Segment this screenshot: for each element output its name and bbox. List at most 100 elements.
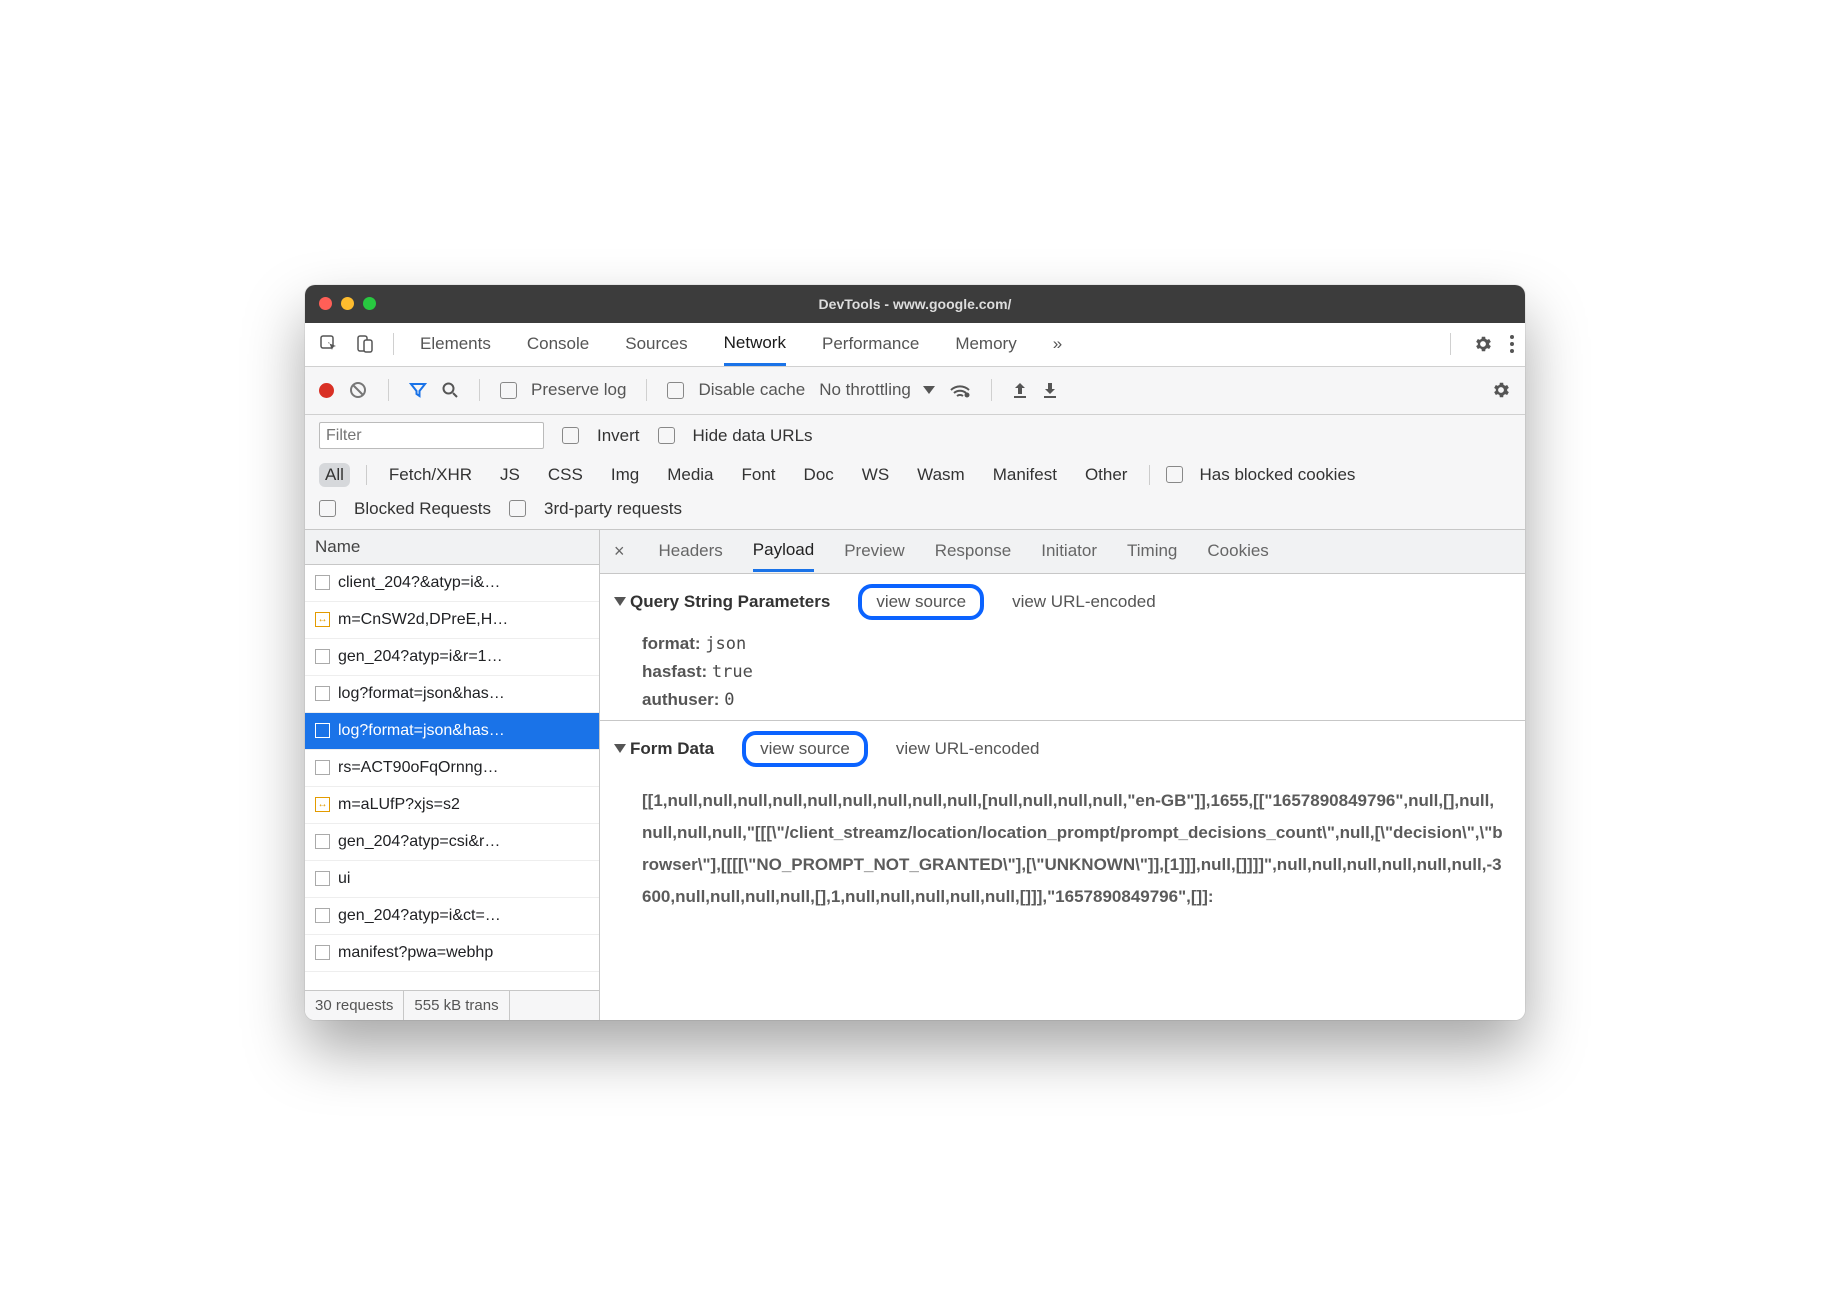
record-button[interactable] (319, 383, 334, 398)
throttling-value: No throttling (819, 380, 911, 400)
type-font[interactable]: Font (736, 463, 782, 487)
hide-data-urls-checkbox[interactable] (658, 427, 675, 444)
more-filters: Blocked Requests 3rd-party requests (305, 493, 1525, 530)
type-all[interactable]: All (319, 463, 350, 487)
close-detail-button[interactable]: × (614, 541, 625, 562)
tab-sources[interactable]: Sources (625, 324, 687, 364)
tab-network[interactable]: Network (724, 323, 786, 366)
type-img[interactable]: Img (605, 463, 645, 487)
preserve-log-checkbox[interactable] (500, 382, 517, 399)
detail-tabs: × Headers Payload Preview Response Initi… (600, 530, 1525, 574)
blocked-requests-checkbox[interactable] (319, 500, 336, 517)
filter-row: Invert Hide data URLs (305, 415, 1525, 457)
type-filters: All Fetch/XHR JS CSS Img Media Font Doc … (305, 457, 1525, 493)
request-row[interactable]: log?format=json&has… (305, 676, 599, 713)
detail-tab-response[interactable]: Response (935, 532, 1012, 570)
request-rows: client_204?&atyp=i&… m=CnSW2d,DPreE,H… gen… (305, 565, 599, 990)
invert-checkbox[interactable] (562, 427, 579, 444)
request-name: m=CnSW2d,DPreE,H… (338, 611, 508, 629)
status-footer: 30 requests 555 kB trans (305, 990, 599, 1020)
qsp-key: hasfast: (642, 662, 707, 681)
tab-elements[interactable]: Elements (420, 324, 491, 364)
request-name: log?format=json&has… (338, 722, 505, 740)
network-conditions-icon[interactable] (949, 381, 971, 399)
traffic-lights (319, 297, 376, 310)
search-icon[interactable] (441, 381, 459, 399)
inspect-element-icon[interactable] (315, 334, 343, 354)
qsp-val: json (705, 634, 746, 654)
network-body: Name client_204?&atyp=i&… m=CnSW2d,DPreE,… (305, 530, 1525, 1020)
type-css[interactable]: CSS (542, 463, 589, 487)
type-doc[interactable]: Doc (798, 463, 840, 487)
request-row[interactable]: client_204?&atyp=i&… (305, 565, 599, 602)
type-js[interactable]: JS (494, 463, 526, 487)
close-window-button[interactable] (319, 297, 332, 310)
request-detail: × Headers Payload Preview Response Initi… (600, 530, 1525, 1020)
device-toggle-icon[interactable] (351, 334, 379, 354)
minimize-window-button[interactable] (341, 297, 354, 310)
detail-tab-timing[interactable]: Timing (1127, 532, 1177, 570)
settings-icon[interactable] (1473, 334, 1493, 354)
qsp-toggle[interactable]: Query String Parameters (614, 592, 830, 612)
disable-cache-label: Disable cache (698, 380, 805, 400)
document-file-icon (315, 871, 330, 886)
tab-performance[interactable]: Performance (822, 324, 919, 364)
download-har-icon[interactable] (1042, 381, 1058, 399)
type-other[interactable]: Other (1079, 463, 1134, 487)
request-row[interactable]: m=aLUfP?xjs=s2 (305, 787, 599, 824)
window-title: DevTools - www.google.com/ (305, 296, 1525, 312)
qsp-view-url-encoded-link[interactable]: view URL-encoded (1012, 592, 1156, 612)
type-manifest[interactable]: Manifest (987, 463, 1063, 487)
form-view-source-link[interactable]: view source (742, 731, 868, 767)
filter-input[interactable] (319, 422, 544, 449)
request-row[interactable]: m=CnSW2d,DPreE,H… (305, 602, 599, 639)
invert-label: Invert (597, 426, 640, 446)
disclosure-triangle-icon (614, 744, 626, 753)
footer-requests: 30 requests (305, 991, 404, 1020)
request-row[interactable]: gen_204?atyp=i&ct=… (305, 898, 599, 935)
document-file-icon (315, 575, 330, 590)
zoom-window-button[interactable] (363, 297, 376, 310)
detail-tab-preview[interactable]: Preview (844, 532, 904, 570)
document-file-icon (315, 945, 330, 960)
form-data-toggle[interactable]: Form Data (614, 739, 714, 759)
type-media[interactable]: Media (661, 463, 719, 487)
request-row[interactable]: gen_204?atyp=i&r=1… (305, 639, 599, 676)
upload-har-icon[interactable] (1012, 381, 1028, 399)
clear-icon[interactable] (348, 380, 368, 400)
request-row[interactable]: rs=ACT90oFqOrnng… (305, 750, 599, 787)
throttling-select[interactable]: No throttling (819, 380, 935, 400)
titlebar: DevTools - www.google.com/ (305, 285, 1525, 323)
disable-cache-checkbox[interactable] (667, 382, 684, 399)
type-wasm[interactable]: Wasm (911, 463, 971, 487)
detail-tab-cookies[interactable]: Cookies (1207, 532, 1268, 570)
kebab-menu-icon[interactable] (1509, 334, 1515, 354)
list-header-name[interactable]: Name (305, 530, 599, 565)
main-tabs-row: Elements Console Sources Network Perform… (305, 323, 1525, 367)
request-row[interactable]: ui (305, 861, 599, 898)
third-party-checkbox[interactable] (509, 500, 526, 517)
detail-tab-payload[interactable]: Payload (753, 531, 814, 572)
filter-toggle-icon[interactable] (409, 381, 427, 399)
tab-console[interactable]: Console (527, 324, 589, 364)
qsp-val: true (712, 662, 753, 682)
request-row[interactable]: manifest?pwa=webhp (305, 935, 599, 972)
qsp-val: 0 (724, 690, 734, 710)
type-fetch-xhr[interactable]: Fetch/XHR (383, 463, 478, 487)
request-name: log?format=json&has… (338, 685, 505, 703)
panel-settings-icon[interactable] (1491, 380, 1511, 400)
type-ws[interactable]: WS (856, 463, 895, 487)
request-row[interactable]: log?format=json&has… (305, 713, 599, 750)
divider (366, 465, 367, 485)
form-view-url-encoded-link[interactable]: view URL-encoded (896, 739, 1040, 759)
tab-memory[interactable]: Memory (955, 324, 1016, 364)
divider (479, 379, 480, 401)
tab-overflow[interactable]: » (1053, 324, 1062, 364)
qsp-row: authuser: 0 (600, 686, 1525, 714)
request-row[interactable]: gen_204?atyp=csi&r… (305, 824, 599, 861)
detail-tab-headers[interactable]: Headers (659, 532, 723, 570)
has-blocked-cookies-checkbox[interactable] (1166, 466, 1183, 483)
divider (393, 333, 394, 355)
qsp-view-source-link[interactable]: view source (858, 584, 984, 620)
detail-tab-initiator[interactable]: Initiator (1041, 532, 1097, 570)
